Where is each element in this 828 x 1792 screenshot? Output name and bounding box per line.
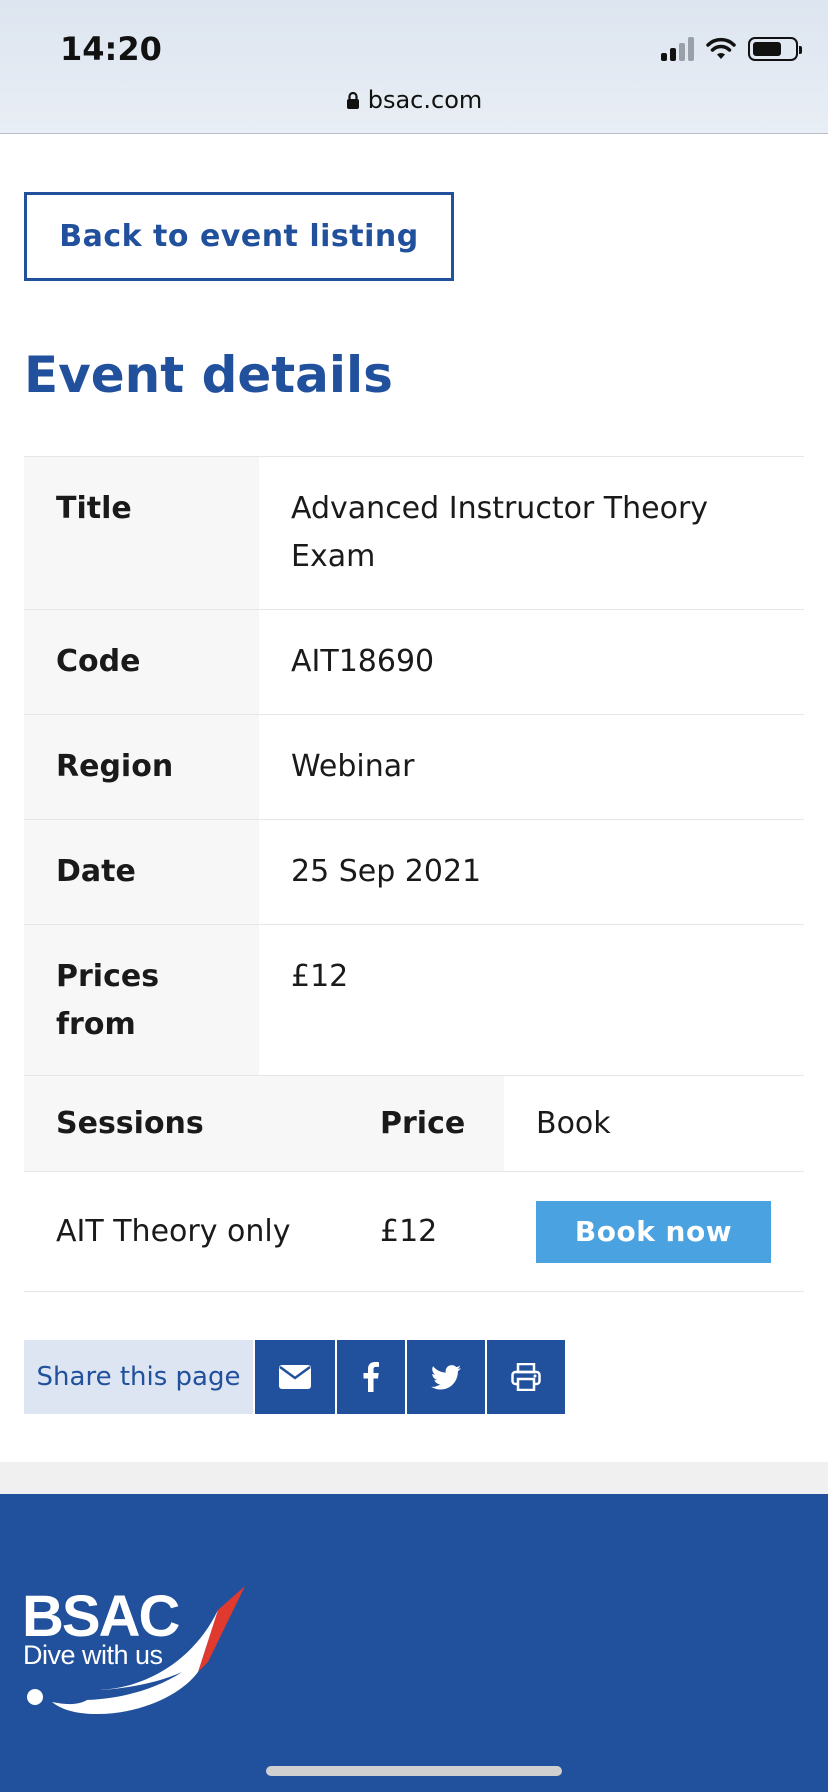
sessions-header: Sessions	[24, 1075, 348, 1172]
details-row-code: Code AIT18690	[24, 609, 804, 715]
price-header: Price	[348, 1075, 504, 1172]
session-price: £12	[380, 1214, 438, 1249]
details-label: Code	[24, 609, 259, 715]
book-now-button[interactable]: Book now	[536, 1200, 771, 1263]
system-icons	[661, 34, 802, 64]
details-row-prices-from: Prices from £12	[24, 924, 804, 1078]
back-to-event-listing-button[interactable]: Back to event listing	[24, 192, 454, 281]
sessions-header-row: Sessions Price Book	[24, 1075, 804, 1172]
share-twitter-button[interactable]	[407, 1340, 485, 1414]
details-label: Region	[24, 714, 259, 820]
wifi-icon	[706, 37, 736, 59]
bsac-logo[interactable]: BSAC Dive with us	[22, 1584, 252, 1724]
details-label: Prices from	[24, 924, 259, 1078]
facebook-icon	[363, 1362, 379, 1392]
cellular-signal-icon	[661, 37, 694, 61]
details-value: 25 Sep 2021	[291, 854, 482, 889]
twitter-icon	[431, 1364, 461, 1389]
details-value: Webinar	[291, 749, 415, 784]
share-email-button[interactable]	[255, 1340, 335, 1414]
status-bar: 14:20 bsac.com	[0, 0, 828, 134]
print-icon	[511, 1363, 541, 1391]
lock-icon	[346, 91, 359, 109]
book-header: Book	[504, 1075, 804, 1172]
share-label: Share this page	[24, 1340, 253, 1414]
share-facebook-button[interactable]	[337, 1340, 405, 1414]
logo-tagline: Dive with us	[23, 1640, 163, 1670]
details-value: £12	[291, 959, 349, 994]
session-name: AIT Theory only	[56, 1214, 291, 1249]
footer-divider	[0, 1462, 828, 1494]
details-value: AIT18690	[291, 644, 435, 679]
details-value: Advanced Instructor Theory Exam	[291, 491, 709, 574]
share-bar: Share this page	[24, 1340, 565, 1414]
share-print-button[interactable]	[487, 1340, 565, 1414]
details-row-title: Title Advanced Instructor Theory Exam	[24, 456, 804, 610]
url-text: bsac.com	[367, 86, 483, 114]
address-bar[interactable]: bsac.com	[0, 86, 828, 114]
book-cell: Book now	[504, 1172, 804, 1292]
envelope-icon	[279, 1365, 311, 1389]
details-row-date: Date 25 Sep 2021	[24, 819, 804, 925]
home-indicator[interactable]	[266, 1766, 562, 1776]
details-label: Date	[24, 819, 259, 925]
sessions-table: Sessions Price Book AIT Theory only £12 …	[24, 1075, 804, 1292]
status-time: 14:20	[60, 30, 162, 68]
event-details-table: Title Advanced Instructor Theory Exam Co…	[24, 456, 804, 1078]
details-label: Title	[24, 456, 259, 610]
page-title: Event details	[24, 346, 393, 404]
details-row-region: Region Webinar	[24, 714, 804, 820]
footer: BSAC Dive with us	[0, 1494, 828, 1792]
battery-icon	[748, 37, 802, 61]
session-row: AIT Theory only £12 Book now	[24, 1171, 804, 1292]
